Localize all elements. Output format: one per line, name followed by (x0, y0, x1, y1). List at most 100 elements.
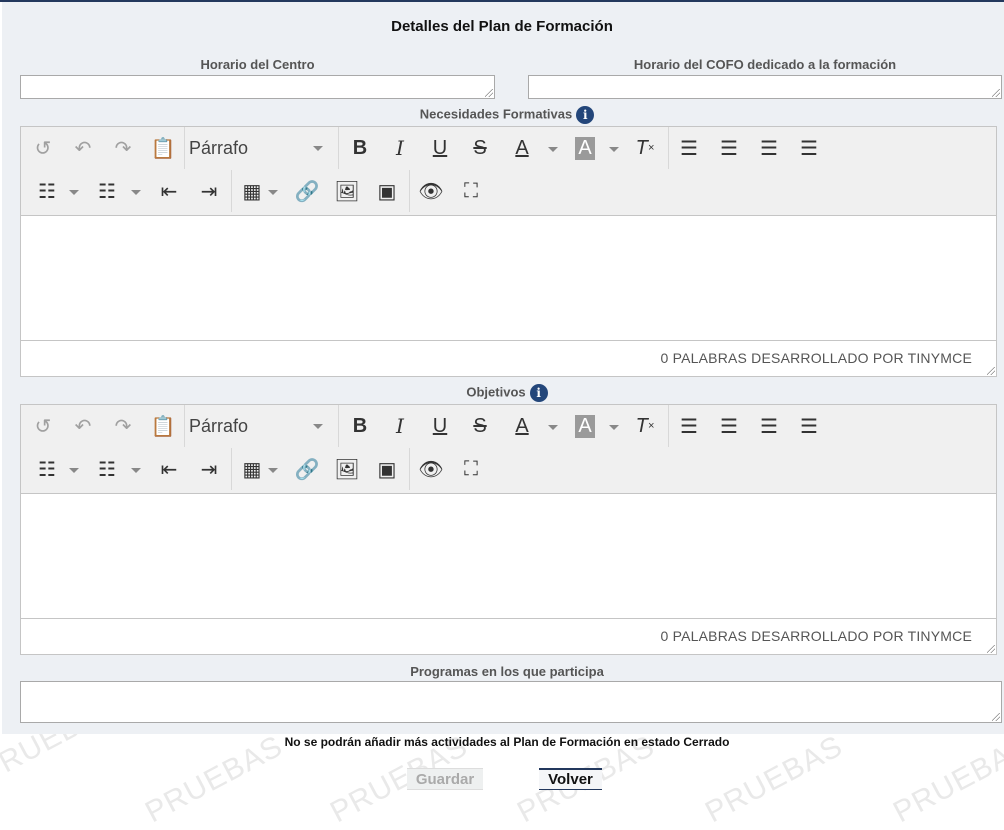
indent-icon[interactable]: ⇥ (193, 176, 225, 206)
toolbar-divider (231, 170, 232, 212)
info-icon[interactable]: i (576, 106, 595, 124)
toolbar-divider (409, 170, 410, 212)
background-color-icon[interactable]: A (569, 133, 601, 163)
toolbar-divider (409, 448, 410, 490)
media-icon[interactable]: ▣ (371, 454, 403, 484)
programas-field[interactable] (20, 681, 1002, 723)
objetivos-label-row: Objetivos i (0, 384, 1004, 402)
table-icon[interactable]: ▦ (236, 454, 268, 484)
status-notice: No se podrán añadir más actividades al P… (284, 735, 730, 749)
redo-icon[interactable]: ↷ (107, 133, 139, 163)
paste-icon[interactable]: 📋 (147, 411, 179, 441)
resize-grip-icon[interactable] (992, 89, 1000, 97)
link-icon[interactable]: 🔗 (291, 454, 323, 484)
chevron-down-icon[interactable] (609, 147, 619, 152)
toolbar-divider (231, 448, 232, 490)
editor-toolbar: ↺ ↶ ↷ 📋 Párrafo B I U S A A T× ☰ ☰ ☰ ☰ (21, 405, 996, 494)
toolbar-divider (338, 127, 339, 169)
redo-icon[interactable]: ↷ (107, 411, 139, 441)
clear-format-icon[interactable]: T × (629, 133, 661, 163)
clear-format-icon[interactable]: T × (629, 411, 661, 441)
align-center-icon[interactable]: ☰ (713, 133, 745, 163)
horario-cofo-field[interactable] (528, 75, 1002, 99)
chevron-down-icon[interactable] (548, 425, 558, 430)
image-icon[interactable]: 🖼 (331, 176, 363, 206)
strikethrough-icon[interactable]: S (464, 411, 496, 441)
strikethrough-icon[interactable]: S (464, 133, 496, 163)
chevron-down-icon[interactable] (131, 190, 141, 195)
necesidades-label: Necesidades Formativas (419, 106, 573, 122)
history-icon[interactable]: ↺ (27, 411, 59, 441)
preview-icon[interactable]: 👁 (415, 454, 447, 484)
fullscreen-icon[interactable]: ⛶ (455, 176, 487, 206)
outdent-icon[interactable]: ⇤ (153, 176, 185, 206)
paste-icon[interactable]: 📋 (147, 133, 179, 163)
editor-toolbar: ↺ ↶ ↷ 📋 Párrafo B I U S A A T× ☰ ☰ ☰ ☰ (21, 127, 996, 216)
bullet-list-icon[interactable]: ☷ (31, 176, 63, 206)
align-left-icon[interactable]: ☰ (673, 411, 705, 441)
outdent-icon[interactable]: ⇤ (153, 454, 185, 484)
undo-icon[interactable]: ↶ (67, 411, 99, 441)
image-icon[interactable]: 🖼 (331, 454, 363, 484)
chevron-down-icon[interactable] (268, 190, 278, 195)
volver-button[interactable]: Volver (539, 768, 602, 790)
resize-grip-icon[interactable] (987, 645, 995, 653)
toolbar-divider (668, 127, 669, 169)
italic-icon[interactable]: I (384, 133, 416, 163)
format-select[interactable]: Párrafo (189, 133, 329, 163)
bold-icon[interactable]: B (344, 411, 376, 441)
media-icon[interactable]: ▣ (371, 176, 403, 206)
chevron-down-icon[interactable] (548, 147, 558, 152)
align-left-icon[interactable]: ☰ (673, 133, 705, 163)
background-color-icon[interactable]: A (569, 411, 601, 441)
bold-icon[interactable]: B (344, 133, 376, 163)
toolbar-divider (184, 127, 185, 169)
preview-icon[interactable]: 👁 (415, 176, 447, 206)
horario-centro-label: Horario del Centro (200, 57, 315, 72)
chevron-down-icon[interactable] (69, 190, 79, 195)
editor-content[interactable] (21, 216, 996, 341)
align-right-icon[interactable]: ☰ (753, 411, 785, 441)
numbered-list-icon[interactable]: ☷ (91, 176, 123, 206)
chevron-down-icon (313, 146, 323, 151)
resize-grip-icon[interactable] (992, 713, 1000, 721)
link-icon[interactable]: 🔗 (291, 176, 323, 206)
toolbar-divider (338, 405, 339, 447)
underline-icon[interactable]: U (424, 133, 456, 163)
chevron-down-icon[interactable] (268, 468, 278, 473)
editor-content[interactable] (21, 494, 996, 619)
horario-centro-field[interactable] (20, 75, 495, 99)
resize-grip-icon[interactable] (485, 89, 493, 97)
chevron-down-icon[interactable] (131, 468, 141, 473)
align-right-icon[interactable]: ☰ (753, 133, 785, 163)
objetivos-label: Objetivos (466, 384, 526, 400)
italic-icon[interactable]: I (384, 411, 416, 441)
info-icon[interactable]: i (529, 384, 548, 402)
horario-cofo-label: Horario del COFO dedicado a la formación (633, 57, 897, 72)
undo-icon[interactable]: ↶ (67, 133, 99, 163)
numbered-list-icon[interactable]: ☷ (91, 454, 123, 484)
chevron-down-icon[interactable] (609, 425, 619, 430)
text-color-icon[interactable]: A (506, 133, 538, 163)
history-icon[interactable]: ↺ (27, 133, 59, 163)
fullscreen-icon[interactable]: ⛶ (455, 454, 487, 484)
editor-statusbar: 0 PALABRAS DESARROLLADO POR TINYMCE (21, 340, 996, 376)
guardar-button[interactable]: Guardar (407, 768, 483, 790)
chevron-down-icon[interactable] (69, 468, 79, 473)
underline-icon[interactable]: U (424, 411, 456, 441)
necesidades-label-row: Necesidades Formativas i (0, 106, 1004, 124)
indent-icon[interactable]: ⇥ (193, 454, 225, 484)
justify-icon[interactable]: ☰ (793, 411, 825, 441)
bullet-list-icon[interactable]: ☷ (31, 454, 63, 484)
editor-statusbar: 0 PALABRAS DESARROLLADO POR TINYMCE (21, 618, 996, 654)
resize-grip-icon[interactable] (987, 367, 995, 375)
text-color-icon[interactable]: A (506, 411, 538, 441)
toolbar-divider (668, 405, 669, 447)
justify-icon[interactable]: ☰ (793, 133, 825, 163)
objetivos-editor: ↺ ↶ ↷ 📋 Párrafo B I U S A A T× ☰ ☰ ☰ ☰ (20, 404, 997, 655)
align-center-icon[interactable]: ☰ (713, 411, 745, 441)
toolbar-divider (184, 405, 185, 447)
format-select-value: Párrafo (189, 415, 249, 436)
format-select[interactable]: Párrafo (189, 411, 329, 441)
table-icon[interactable]: ▦ (236, 176, 268, 206)
